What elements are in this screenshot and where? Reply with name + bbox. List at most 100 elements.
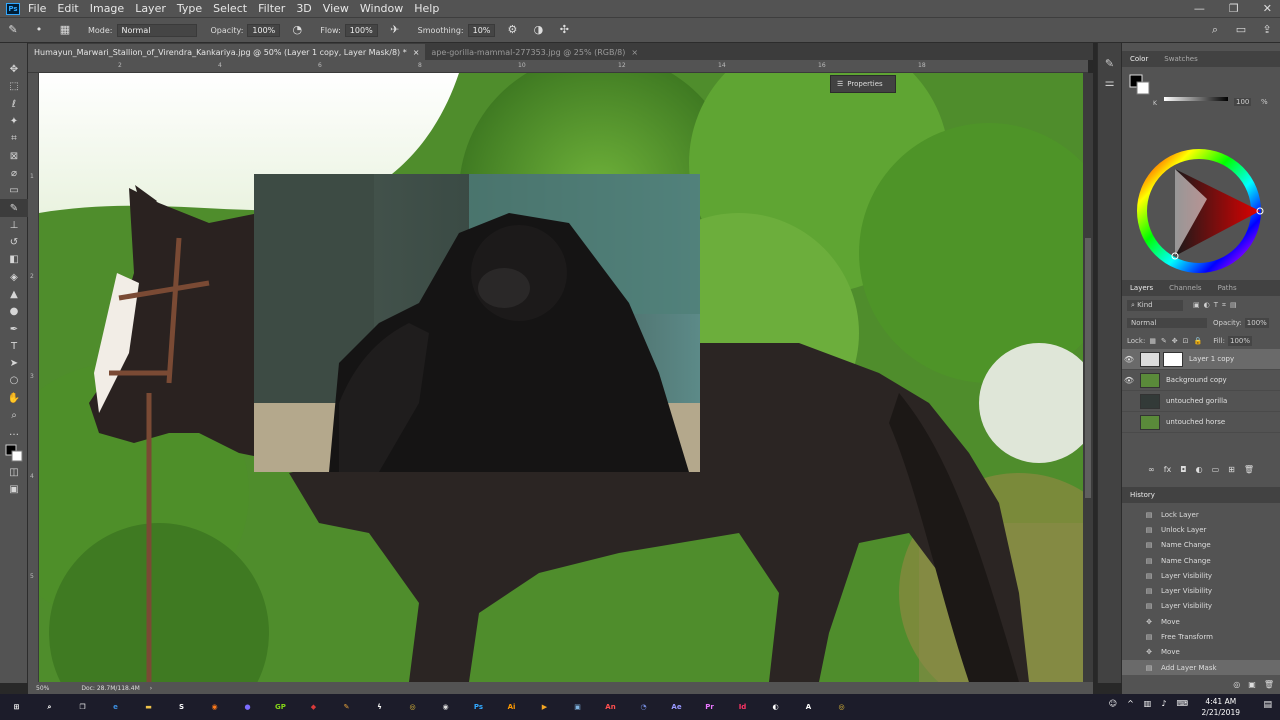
symmetry-icon[interactable]: ✣ — [557, 23, 571, 37]
history-item-selected[interactable]: ▤ Add Layer Mask — [1122, 659, 1280, 676]
crop-tool-icon[interactable]: ⌗ — [0, 130, 28, 147]
mask-icon[interactable]: ◘ — [1180, 465, 1186, 481]
canvas-scrollbar[interactable] — [1083, 73, 1093, 682]
opacity-field[interactable]: 100% — [247, 23, 281, 37]
blend-mode-select[interactable]: Normal — [1127, 318, 1207, 328]
taskbar-app-feather-icon[interactable]: ✎ — [330, 694, 363, 720]
visibility-eye-icon[interactable]: 👁 — [1122, 355, 1136, 364]
history-brush-tool-icon[interactable]: ↺ — [0, 234, 28, 251]
fg-bg-color-icon[interactable] — [1128, 73, 1152, 97]
taskbar-acrobat-icon[interactable]: A — [792, 694, 825, 720]
history-item[interactable]: ✥ Move — [1122, 645, 1280, 660]
menu-select[interactable]: Select — [213, 2, 247, 15]
tab-color[interactable]: Color — [1122, 55, 1156, 63]
group-icon[interactable]: ▭ — [1212, 465, 1220, 481]
quick-mask-icon[interactable]: ◫ — [0, 464, 28, 481]
menu-file[interactable]: File — [28, 2, 46, 15]
trash-icon[interactable]: 🗑 — [1244, 465, 1254, 481]
gear-icon[interactable]: ⚙ — [505, 23, 519, 37]
blur-tool-icon[interactable]: ▲ — [0, 286, 28, 303]
taskbar-task-view-icon[interactable]: ❐ — [66, 694, 99, 720]
taskbar-media-icon[interactable]: ▶ — [528, 694, 561, 720]
snapshot-icon[interactable]: ◎ — [1233, 680, 1240, 689]
history-item[interactable]: ▤ Unlock Layer — [1122, 522, 1280, 537]
close-icon[interactable]: × — [413, 48, 420, 57]
network-icon[interactable]: ▥ — [1144, 699, 1152, 708]
color-swap-icon[interactable] — [0, 442, 28, 464]
link-icon[interactable]: ∞ — [1148, 465, 1155, 481]
quick-select-tool-icon[interactable]: ✦ — [0, 113, 28, 130]
people-icon[interactable]: ☺ — [1109, 699, 1117, 708]
eraser-tool-icon[interactable]: ◧ — [0, 251, 28, 268]
tab-channels[interactable]: Channels — [1161, 284, 1209, 292]
mode-select[interactable]: Normal — [116, 23, 197, 37]
taskbar-animate-icon[interactable]: An — [594, 694, 627, 720]
pressure-size-icon[interactable]: ◑ — [531, 23, 545, 37]
tab-gorilla-document[interactable]: ape-gorilla-mammal-277353.jpg @ 25% (RGB… — [425, 44, 644, 60]
taskbar-app-s-icon[interactable]: S — [165, 694, 198, 720]
tab-paths[interactable]: Paths — [1210, 284, 1245, 292]
taskbar-after-effects-icon[interactable]: Ae — [660, 694, 693, 720]
trash-icon[interactable]: 🗑 — [1264, 680, 1274, 689]
smoothing-field[interactable]: 10% — [467, 23, 496, 37]
search-icon[interactable]: ⌕ — [1208, 23, 1222, 37]
pen-tool-icon[interactable]: ✒ — [0, 320, 28, 337]
clone-stamp-tool-icon[interactable]: ⊥ — [0, 217, 28, 234]
chevron-up-icon[interactable]: ^ — [1127, 699, 1134, 708]
menu-image[interactable]: Image — [90, 2, 124, 15]
path-select-tool-icon[interactable]: ➤ — [0, 355, 28, 372]
layer-name[interactable]: untouched gorilla — [1166, 397, 1227, 405]
history-item[interactable]: ▤ Layer Visibility — [1122, 599, 1280, 614]
menu-3d[interactable]: 3D — [296, 2, 311, 15]
taskbar-app-balloon-icon[interactable]: ● — [231, 694, 264, 720]
layer-row-untouched-horse[interactable]: untouched horse — [1122, 412, 1280, 433]
close-icon[interactable]: × — [631, 48, 638, 57]
chevron-right-icon[interactable]: › — [150, 685, 152, 692]
more-tools-icon[interactable]: … — [0, 424, 28, 441]
taskbar-monitor-icon[interactable]: ▣ — [561, 694, 594, 720]
taskbar-app-red-icon[interactable]: ◆ — [297, 694, 330, 720]
menu-filter[interactable]: Filter — [258, 2, 285, 15]
share-icon[interactable]: ⇪ — [1260, 23, 1274, 37]
adjustment-icon[interactable]: ◐ — [1196, 465, 1203, 481]
taskbar-search-icon[interactable]: ⌕ — [33, 694, 66, 720]
layer-opacity-field[interactable]: 100% — [1244, 318, 1269, 328]
menu-help[interactable]: Help — [414, 2, 439, 15]
tab-swatches[interactable]: Swatches — [1156, 55, 1205, 63]
k-slider[interactable] — [1164, 97, 1228, 101]
layer-name[interactable]: Background copy — [1166, 376, 1227, 384]
taskbar-chrome-icon[interactable]: ◎ — [396, 694, 429, 720]
taskbar-edge-icon[interactable]: e — [99, 694, 132, 720]
taskbar-discord-icon[interactable]: ◔ — [627, 694, 660, 720]
color-wheel[interactable] — [1132, 144, 1266, 278]
zoom-level[interactable]: 50% — [36, 685, 49, 692]
menu-layer[interactable]: Layer — [135, 2, 166, 15]
clock[interactable]: 4:41 AM 2/21/2019 — [1202, 696, 1240, 718]
properties-chip[interactable]: ☰ Properties — [830, 75, 896, 93]
history-item[interactable]: ▤ Lock Layer — [1122, 507, 1280, 522]
taskbar-firefox-icon[interactable]: ◉ — [198, 694, 231, 720]
lock-icons[interactable]: ▦✎✥⊡🔒 — [1149, 337, 1207, 345]
volume-icon[interactable]: ♪ — [1161, 699, 1166, 708]
flow-field[interactable]: 100% — [344, 23, 378, 37]
taskbar-premiere-icon[interactable]: Pr — [693, 694, 726, 720]
layer-row-layer-1-copy[interactable]: 👁 Layer 1 copy — [1122, 349, 1280, 370]
workspace-icon[interactable]: ▭ — [1234, 23, 1248, 37]
language-icon[interactable]: ⌨ — [1176, 699, 1188, 708]
minimize-button[interactable]: — — [1194, 2, 1205, 15]
marquee-tool-icon[interactable]: ⬚ — [0, 78, 28, 95]
hand-tool-icon[interactable]: ✋ — [0, 390, 28, 407]
brush-settings-icon[interactable]: ▦ — [58, 23, 72, 37]
menu-type[interactable]: Type — [177, 2, 202, 15]
history-item[interactable]: ▤ Layer Visibility — [1122, 583, 1280, 598]
close-button[interactable]: ✕ — [1263, 2, 1272, 15]
zoom-tool-icon[interactable]: ⌕ — [0, 407, 28, 424]
taskbar-indesign-icon[interactable]: Id — [726, 694, 759, 720]
taskbar-start-icon[interactable]: ⊞ — [0, 694, 33, 720]
airbrush-icon[interactable]: ✈ — [388, 23, 402, 37]
dodge-tool-icon[interactable]: ● — [0, 303, 28, 320]
history-title[interactable]: History — [1122, 491, 1163, 499]
healing-tool-icon[interactable]: ▭ — [0, 182, 28, 199]
lasso-tool-icon[interactable]: ℓ — [0, 96, 28, 113]
shape-tool-icon[interactable]: ○ — [0, 372, 28, 389]
